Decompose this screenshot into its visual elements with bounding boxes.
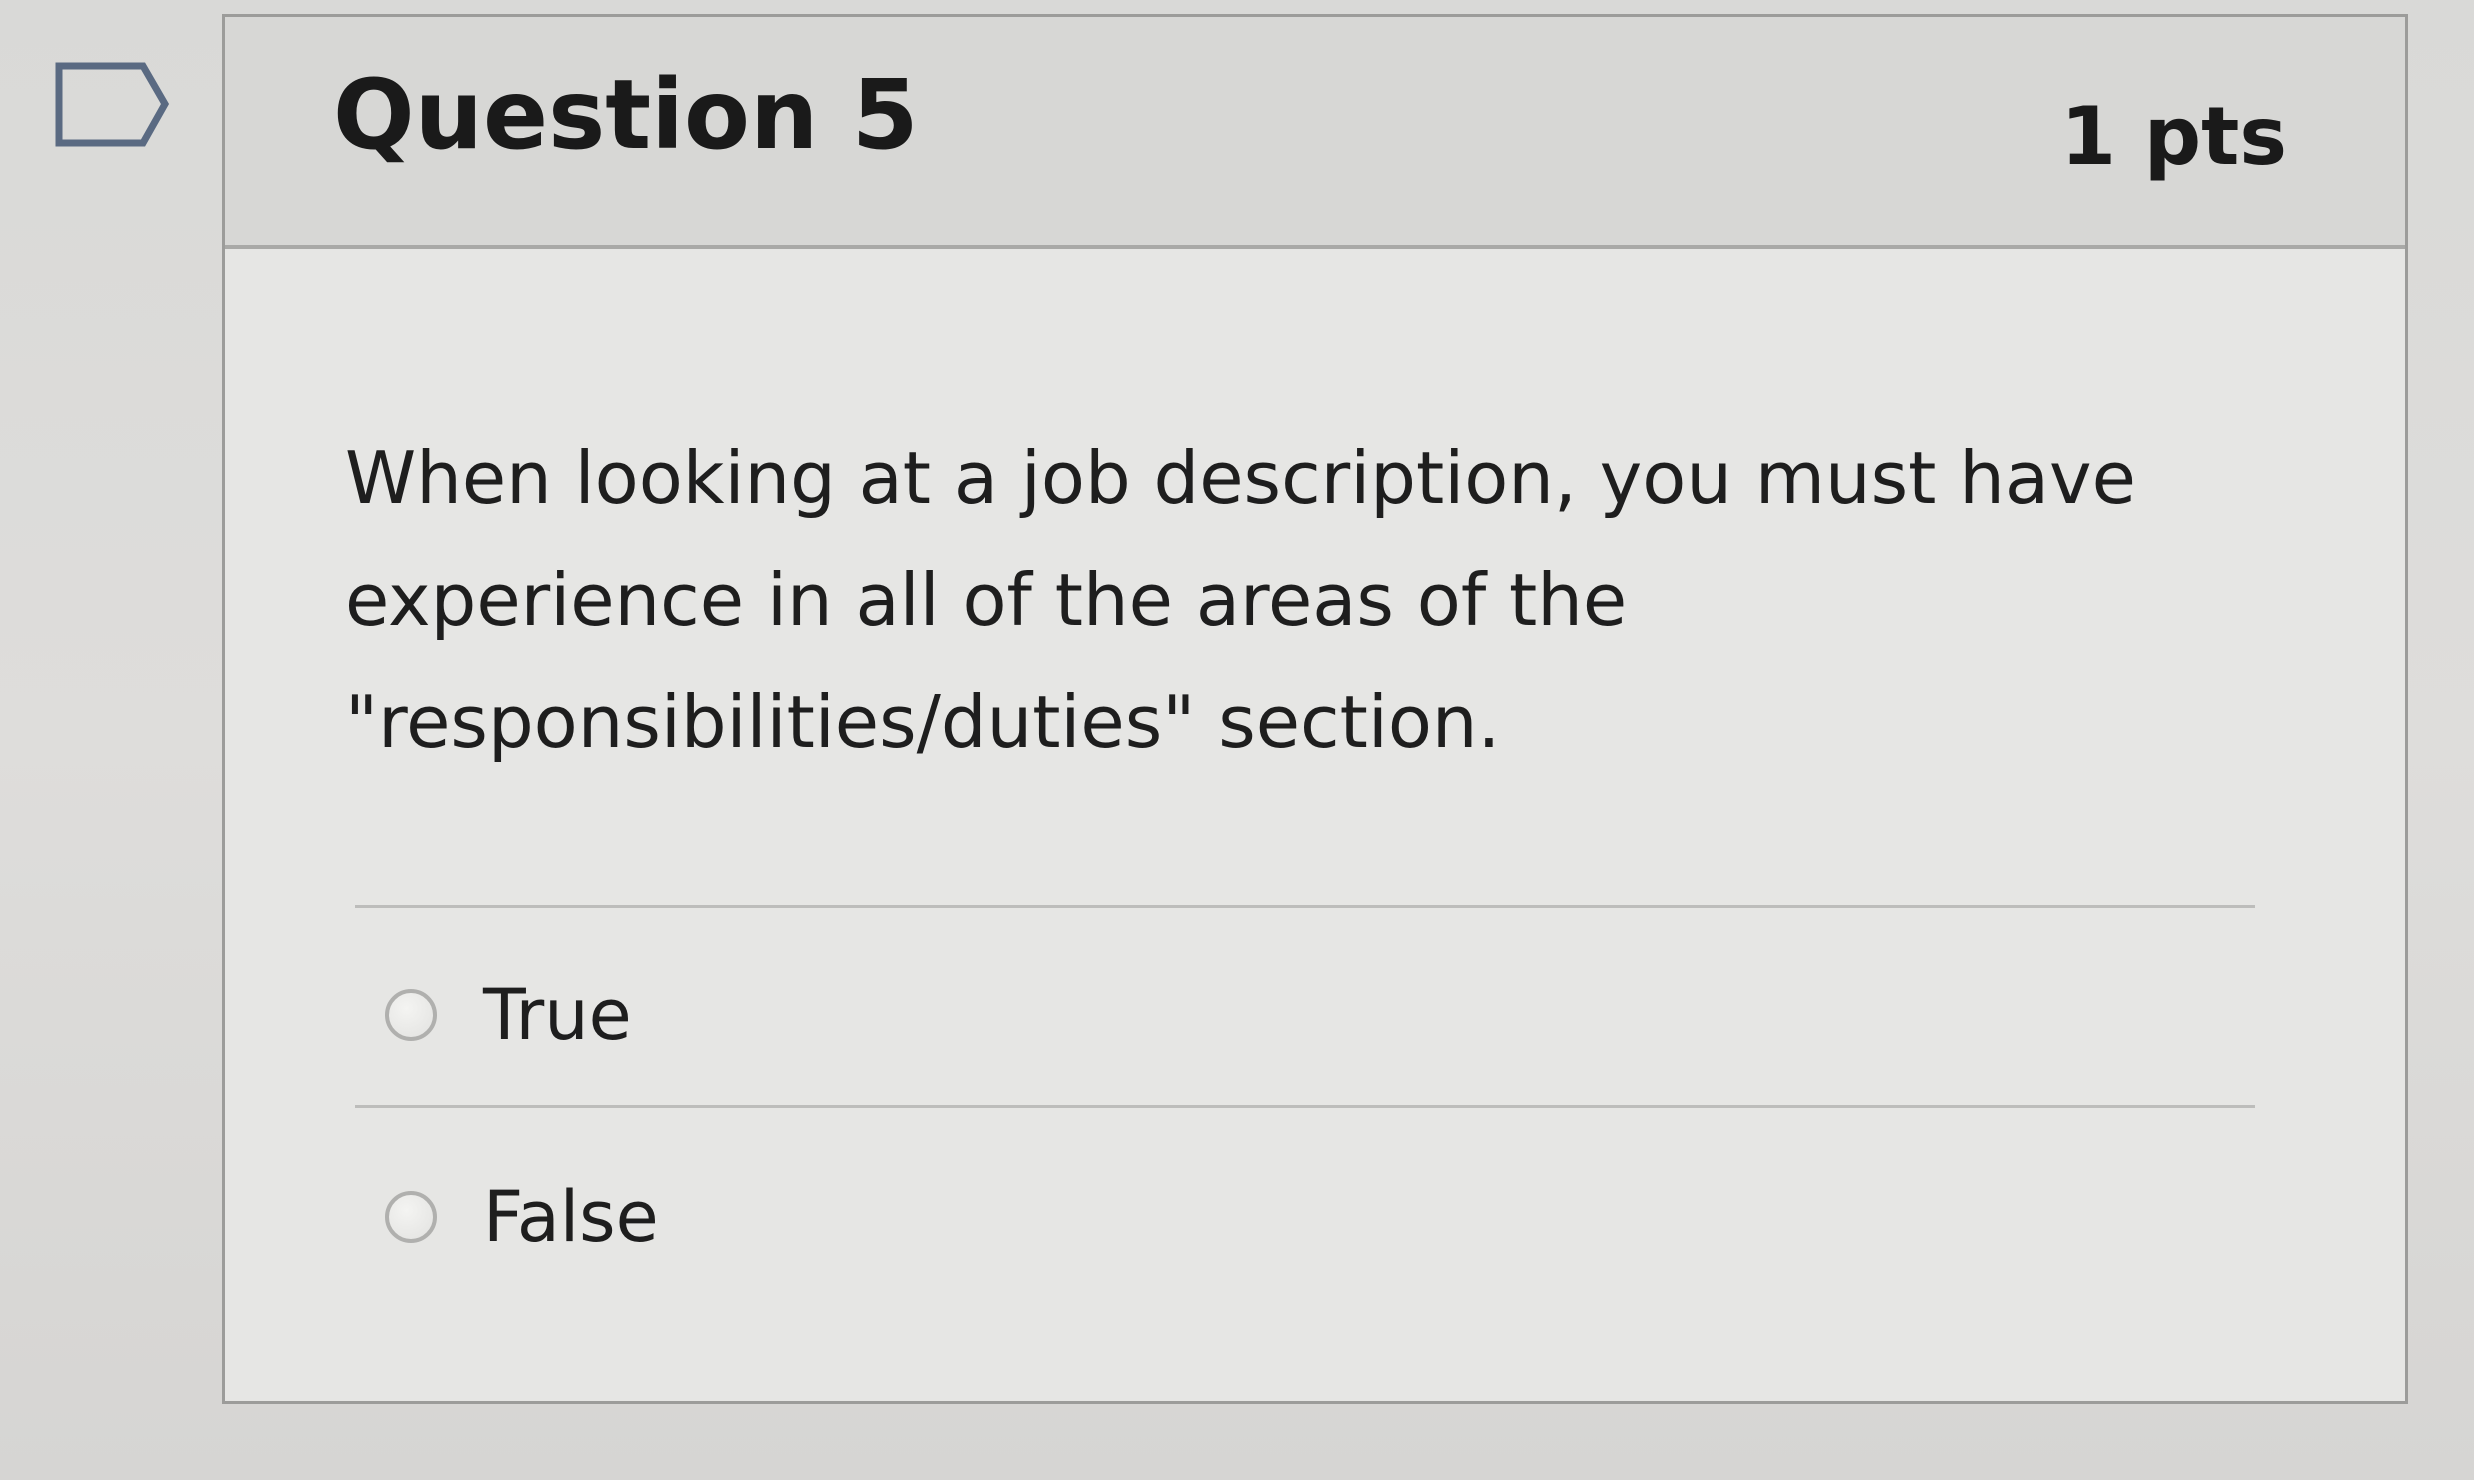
question-text: When looking at a job description, you m… bbox=[345, 436, 2136, 764]
radio-button-true[interactable] bbox=[385, 989, 437, 1041]
answer-label-true: True bbox=[483, 974, 632, 1056]
answer-divider bbox=[355, 1105, 2255, 1108]
question-header: Question 5 1 pts bbox=[225, 17, 2405, 249]
answer-option-true[interactable]: True bbox=[385, 965, 632, 1065]
answer-divider bbox=[355, 905, 2255, 908]
answer-label-false: False bbox=[483, 1176, 659, 1258]
answer-option-false[interactable]: False bbox=[385, 1167, 659, 1267]
radio-button-false[interactable] bbox=[385, 1191, 437, 1243]
question-title: Question 5 bbox=[333, 59, 919, 171]
flag-question-icon[interactable] bbox=[55, 62, 170, 147]
question-points: 1 pts bbox=[2060, 90, 2287, 183]
question-card: Question 5 1 pts When looking at a job d… bbox=[222, 14, 2408, 1404]
